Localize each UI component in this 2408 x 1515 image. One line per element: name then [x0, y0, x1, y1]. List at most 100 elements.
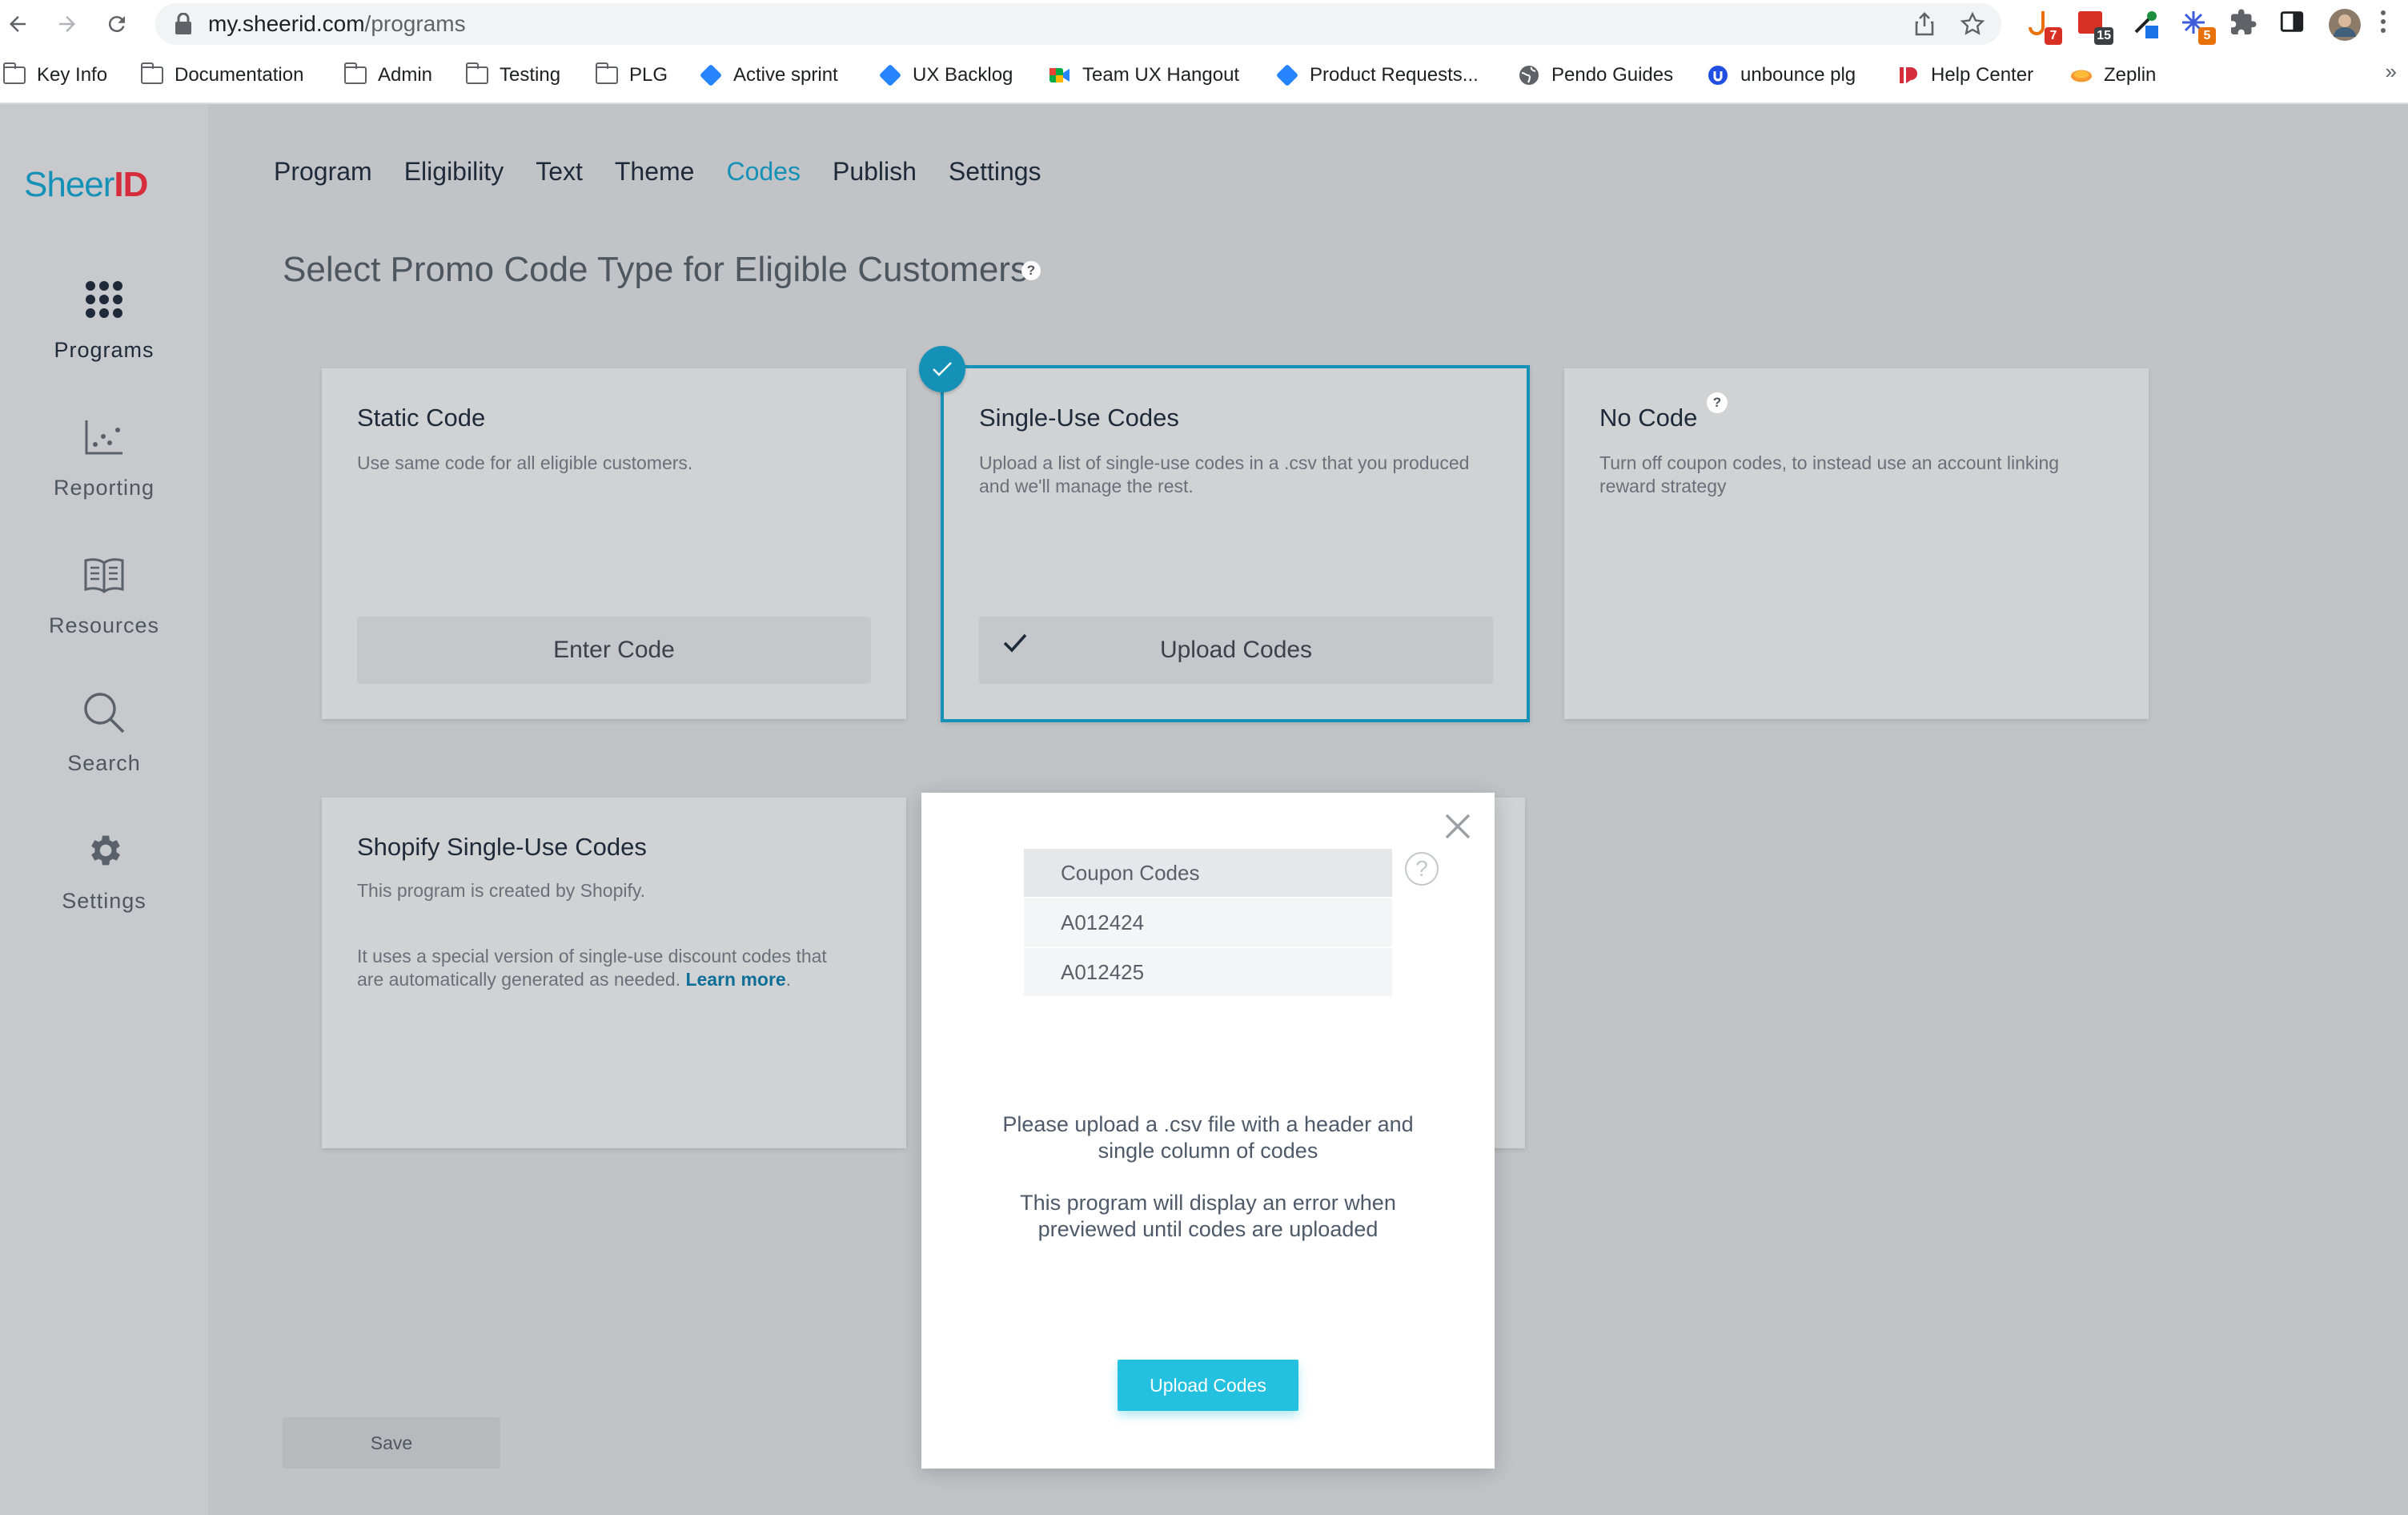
help-icon[interactable]: ?	[1707, 392, 1728, 413]
app-root: SheerID Programs Reporting Resources Sea…	[0, 104, 2408, 1515]
card-description: This program is created by Shopify.	[357, 880, 646, 901]
bookmark-label: Key Info	[37, 64, 108, 86]
learn-more-link[interactable]: Learn more	[685, 969, 785, 990]
bookmark-label: Product Requests...	[1310, 64, 1479, 86]
close-icon[interactable]	[1442, 810, 1474, 842]
puzzle-extensions-icon[interactable]	[2229, 8, 2261, 40]
card-description: It uses a special version of single-use …	[357, 946, 827, 990]
folder-icon	[343, 62, 367, 86]
meet-icon	[1049, 64, 1071, 86]
bookmark-label: Admin	[378, 64, 433, 86]
calendar-extension-icon[interactable]: 15	[2077, 8, 2113, 45]
bookmark-team-ux-hangout[interactable]: Team UX Hangout	[1049, 59, 1239, 91]
grid-icon	[80, 275, 128, 323]
program-tabs: Program Eligibility Text Theme Codes Pub…	[274, 157, 1074, 197]
upload-instructions: Please upload a .csv file with a header …	[1002, 1112, 1414, 1163]
browser-chrome: my.sheerid.com/programs 7 15 5 Key Info …	[0, 0, 2408, 104]
address-bar[interactable]: my.sheerid.com/programs	[155, 3, 2001, 45]
folder-icon	[140, 62, 163, 86]
bookmark-label: Team UX Hangout	[1082, 64, 1240, 86]
no-code-card[interactable]: No Code ? Turn off coupon codes, to inst…	[1564, 368, 2149, 719]
help-icon[interactable]: ?	[1405, 852, 1439, 886]
lock-icon	[175, 12, 195, 35]
bookmark-admin[interactable]: Admin	[343, 59, 433, 91]
bookmark-plg[interactable]: PLG	[595, 59, 668, 91]
side-panel-icon[interactable]	[2278, 8, 2310, 40]
profile-avatar[interactable]	[2328, 8, 2361, 41]
more-bookmarks-icon[interactable]: »	[2386, 59, 2397, 84]
eyedropper-extension-icon[interactable]	[2129, 8, 2161, 40]
bookmark-help-center[interactable]: Help Center	[1897, 59, 2033, 91]
sidebar-item-settings[interactable]: Settings	[0, 826, 208, 946]
sidebar-item-label: Search	[67, 751, 141, 775]
sidebar-item-resources[interactable]: Resources	[0, 551, 208, 671]
selected-check-icon	[919, 346, 965, 392]
extension-badge: 7	[2045, 27, 2062, 45]
table-row: A012424	[1024, 898, 1392, 948]
coupon-codes-example-table: Coupon Codes A012424 A012425	[1024, 849, 1392, 998]
unbounce-icon	[1707, 64, 1729, 86]
bookmark-testing[interactable]: Testing	[465, 59, 560, 91]
share-icon[interactable]	[1912, 11, 1937, 37]
tab-settings[interactable]: Settings	[949, 157, 1041, 197]
button-label: Upload Codes	[1159, 637, 1313, 663]
globe-icon	[1518, 64, 1540, 86]
sidebar-item-label: Programs	[54, 338, 155, 362]
upload-codes-modal: Coupon Codes A012424 A012425 ? Please up…	[921, 793, 1495, 1469]
bookmark-pendo-guides[interactable]: Pendo Guides	[1518, 59, 1673, 91]
check-icon	[1003, 633, 1027, 660]
tab-eligibility[interactable]: Eligibility	[404, 157, 504, 197]
hook-extension-icon[interactable]: 7	[2025, 8, 2062, 45]
save-button[interactable]: Save	[283, 1417, 500, 1469]
static-code-card[interactable]: Static Code Use same code for all eligib…	[322, 368, 906, 719]
sidebar-item-programs[interactable]: Programs	[0, 275, 208, 396]
shopify-codes-card[interactable]: Shopify Single-Use Codes This program is…	[322, 798, 906, 1148]
zeplin-icon	[2070, 64, 2093, 86]
bookmark-label: PLG	[629, 64, 668, 86]
jira-icon	[1275, 63, 1299, 87]
sheerid-logo[interactable]: SheerID	[24, 165, 148, 205]
bookmark-ux-backlog[interactable]: UX Backlog	[878, 59, 1013, 91]
tab-publish[interactable]: Publish	[833, 157, 917, 197]
bookmark-label: Documentation	[175, 64, 304, 86]
tab-program[interactable]: Program	[274, 157, 372, 197]
card-title: Single-Use Codes	[979, 404, 1179, 432]
bookmark-star-icon[interactable]	[1960, 11, 1985, 37]
help-icon[interactable]: ?	[1021, 261, 1041, 280]
upload-codes-button[interactable]: Upload Codes	[1118, 1360, 1298, 1411]
forward-icon[interactable]	[50, 6, 85, 42]
chrome-menu-icon[interactable]	[2379, 8, 2408, 40]
card-description: Turn off coupon codes, to instead use an…	[1599, 452, 2060, 496]
bookmark-product-requests[interactable]: Product Requests...	[1275, 59, 1479, 91]
bookmark-label: Zeplin	[2104, 64, 2157, 86]
sidebar-item-reporting[interactable]: Reporting	[0, 413, 208, 533]
gear-icon	[80, 826, 128, 874]
bookmark-documentation[interactable]: Documentation	[140, 59, 304, 91]
table-header: Coupon Codes	[1024, 849, 1392, 898]
enter-code-button[interactable]: Enter Code	[357, 617, 871, 684]
bookmark-zeplin[interactable]: Zeplin	[2070, 59, 2156, 91]
bookmark-unbounce-plg[interactable]: unbounce plg	[1707, 59, 1856, 91]
chart-icon	[80, 413, 128, 461]
bookmark-label: unbounce plg	[1740, 64, 1856, 86]
back-icon[interactable]	[0, 6, 35, 42]
search-icon	[80, 689, 128, 737]
tab-text[interactable]: Text	[536, 157, 583, 197]
folder-icon	[595, 62, 618, 86]
url-text: my.sheerid.com/programs	[208, 11, 466, 36]
bookmark-active-sprint[interactable]: Active sprint	[699, 59, 838, 91]
sidebar-item-search[interactable]: Search	[0, 689, 208, 809]
bookmark-key-info[interactable]: Key Info	[2, 59, 108, 91]
extension-badge: 5	[2198, 27, 2216, 45]
card-description: Upload a list of single-use codes in a .…	[979, 452, 1470, 496]
tab-codes[interactable]: Codes	[726, 157, 801, 197]
sidebar: SheerID Programs Reporting Resources Sea…	[0, 104, 208, 1515]
upload-codes-card-button[interactable]: Upload Codes	[979, 617, 1493, 684]
extension-badge: 15	[2094, 27, 2113, 45]
reload-icon[interactable]	[99, 6, 134, 42]
sparkle-extension-icon[interactable]: 5	[2179, 8, 2216, 45]
bookmark-label: Help Center	[1931, 64, 2034, 86]
single-use-codes-card[interactable]: Single-Use Codes Upload a list of single…	[941, 365, 1530, 722]
tab-theme[interactable]: Theme	[615, 157, 695, 197]
bookmarks-bar: Key Info Documentation Admin Testing PLG…	[0, 59, 2408, 91]
